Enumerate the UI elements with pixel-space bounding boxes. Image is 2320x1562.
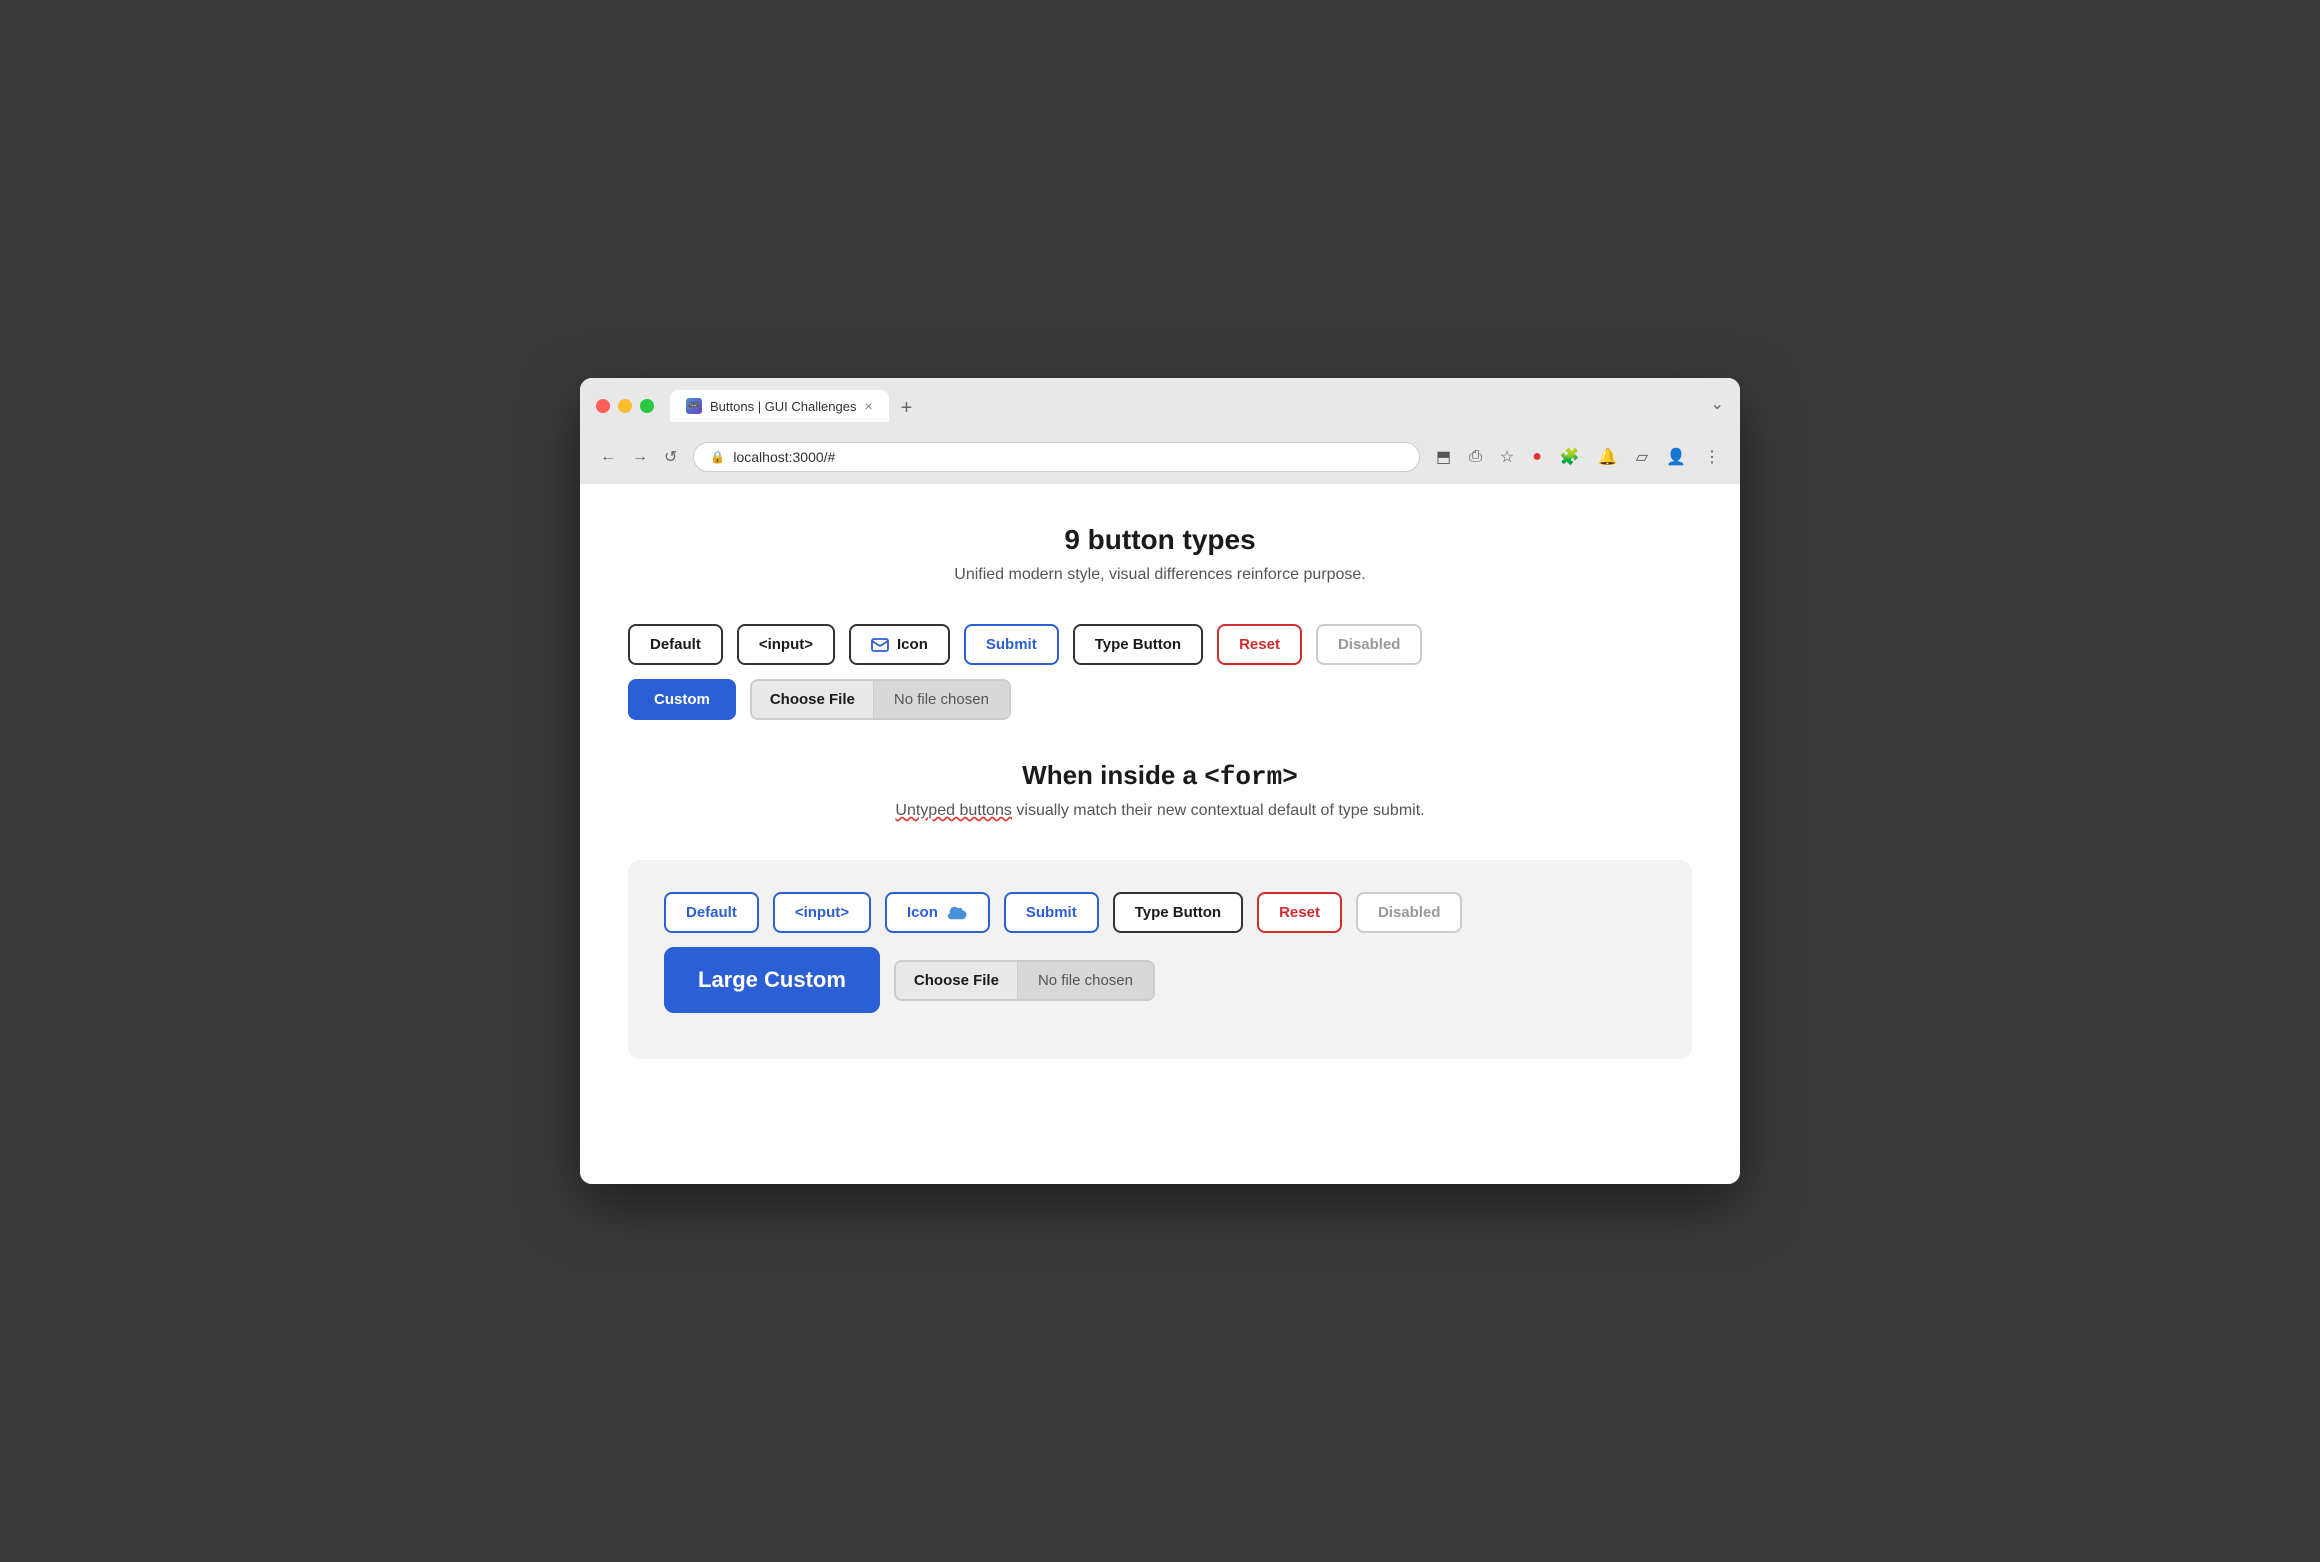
icon-button-label: Icon <box>897 636 928 653</box>
title-bar: 🎮 Buttons | GUI Challenges × + ⌄ <box>580 378 1740 432</box>
type-button[interactable]: Type Button <box>1073 624 1203 665</box>
cloud-icon <box>946 905 968 921</box>
tab-label: Buttons | GUI Challenges <box>710 399 856 414</box>
share-icon[interactable]: ⎙ <box>1465 444 1486 470</box>
nav-buttons: ← → ↺ <box>596 443 681 471</box>
active-tab[interactable]: 🎮 Buttons | GUI Challenges × <box>670 390 889 422</box>
form-no-file-label: No file chosen <box>1018 962 1153 999</box>
form-reset-button[interactable]: Reset <box>1257 892 1342 933</box>
external-link-icon[interactable]: ⬒ <box>1432 443 1455 471</box>
bell-icon[interactable]: 🔔 <box>1594 443 1622 471</box>
browser-window: 🎮 Buttons | GUI Challenges × + ⌄ ← → ↺ 🔒… <box>580 378 1740 1184</box>
submit-button[interactable]: Submit <box>964 624 1059 665</box>
close-button[interactable] <box>596 399 610 413</box>
buttons-row-1: Default <input> Icon Submit Type Button … <box>628 624 1692 665</box>
page-subtitle: Unified modern style, visual differences… <box>628 566 1692 584</box>
address-text: localhost:3000/# <box>733 449 835 465</box>
reader-icon[interactable]: ▱ <box>1632 443 1652 471</box>
profile-icon[interactable]: 👤 <box>1662 443 1690 471</box>
extension-icon[interactable]: ● <box>1528 444 1546 470</box>
form-icon-button-label: Icon <box>907 904 938 921</box>
form-icon-button[interactable]: Icon <box>885 892 990 933</box>
minimize-button[interactable] <box>618 399 632 413</box>
form-buttons-row-1: Default <input> Icon Submit Type Button … <box>664 892 1656 933</box>
page-content: 9 button types Unified modern style, vis… <box>580 484 1740 1184</box>
maximize-button[interactable] <box>640 399 654 413</box>
large-custom-button[interactable]: Large Custom <box>664 947 880 1013</box>
traffic-lights <box>596 399 654 413</box>
address-bar: ← → ↺ 🔒 localhost:3000/# ⬒ ⎙ ☆ ● 🧩 🔔 ▱ 👤… <box>580 432 1740 484</box>
form-file-input-wrapper: Choose File No file chosen <box>894 960 1155 1001</box>
bookmark-icon[interactable]: ☆ <box>1496 443 1518 471</box>
section-subtitle-part2: visually match their new contextual defa… <box>1012 802 1425 819</box>
section-subtitle-part1: Untyped buttons <box>895 802 1012 819</box>
email-icon <box>871 638 889 652</box>
disabled-button: Disabled <box>1316 624 1423 665</box>
form-choose-file-button[interactable]: Choose File <box>896 962 1018 999</box>
reset-button[interactable]: Reset <box>1217 624 1302 665</box>
tab-end-icon: ⌄ <box>1711 394 1724 422</box>
address-input[interactable]: 🔒 localhost:3000/# <box>693 442 1420 472</box>
form-default-button[interactable]: Default <box>664 892 759 933</box>
section-title: When inside a <form> <box>628 760 1692 792</box>
browser-toolbar: ⬒ ⎙ ☆ ● 🧩 🔔 ▱ 👤 ⋮ <box>1432 443 1724 471</box>
choose-file-button[interactable]: Choose File <box>752 681 874 718</box>
forward-button[interactable]: → <box>628 444 652 470</box>
icon-button[interactable]: Icon <box>849 624 950 665</box>
form-buttons-row-2: Large Custom Choose File No file chosen <box>664 947 1656 1013</box>
input-button[interactable]: <input> <box>737 624 835 665</box>
back-button[interactable]: ← <box>596 444 620 470</box>
lock-icon: 🔒 <box>710 450 725 464</box>
tab-close-button[interactable]: × <box>864 398 872 414</box>
default-button[interactable]: Default <box>628 624 723 665</box>
more-icon[interactable]: ⋮ <box>1700 443 1724 471</box>
form-type-button[interactable]: Type Button <box>1113 892 1243 933</box>
tab-favicon: 🎮 <box>686 398 702 414</box>
puzzle-icon[interactable]: 🧩 <box>1556 443 1584 471</box>
section-title-code: <form> <box>1204 762 1298 792</box>
custom-button[interactable]: Custom <box>628 679 736 720</box>
form-section-header: When inside a <form> Untyped buttons vis… <box>628 760 1692 820</box>
buttons-row-2: Custom Choose File No file chosen <box>628 679 1692 720</box>
reload-button[interactable]: ↺ <box>660 443 681 471</box>
form-submit-button[interactable]: Submit <box>1004 892 1099 933</box>
no-file-label: No file chosen <box>874 681 1009 718</box>
new-tab-button[interactable]: + <box>893 394 921 422</box>
form-disabled-button: Disabled <box>1356 892 1463 933</box>
section-title-prefix: When inside a <box>1022 760 1204 790</box>
form-box: Default <input> Icon Submit Type Button … <box>628 860 1692 1059</box>
tabs-row: 🎮 Buttons | GUI Challenges × + ⌄ <box>670 390 1724 422</box>
file-input-wrapper: Choose File No file chosen <box>750 679 1011 720</box>
page-title: 9 button types <box>628 524 1692 556</box>
form-input-button[interactable]: <input> <box>773 892 871 933</box>
section-subtitle: Untyped buttons visually match their new… <box>628 802 1692 820</box>
